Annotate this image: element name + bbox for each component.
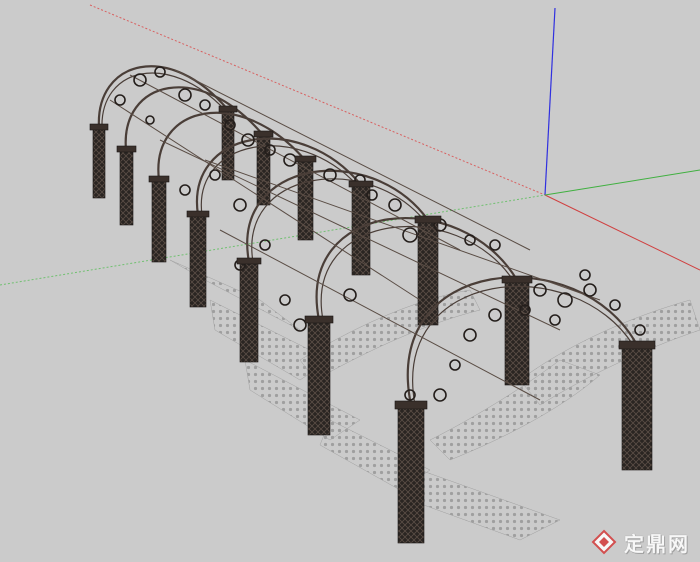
watermark: 定鼎网 bbox=[590, 528, 690, 556]
post bbox=[621, 344, 653, 471]
blue-axis-line bbox=[544, 7, 556, 196]
post bbox=[307, 319, 331, 436]
post bbox=[92, 127, 106, 199]
model-scene[interactable] bbox=[0, 0, 700, 562]
3d-viewport[interactable]: 定鼎网 bbox=[0, 0, 700, 562]
post bbox=[397, 404, 425, 544]
watermark-text: 定鼎网 bbox=[624, 531, 690, 556]
post bbox=[151, 179, 167, 263]
diamond-logo-icon bbox=[591, 529, 617, 555]
post bbox=[119, 149, 134, 226]
post bbox=[504, 279, 530, 386]
post bbox=[417, 219, 439, 326]
post bbox=[239, 261, 259, 363]
green-axis-line bbox=[544, 169, 700, 196]
post bbox=[189, 214, 207, 308]
green-axis-dashed bbox=[0, 194, 546, 286]
red-axis-solid bbox=[544, 194, 700, 271]
